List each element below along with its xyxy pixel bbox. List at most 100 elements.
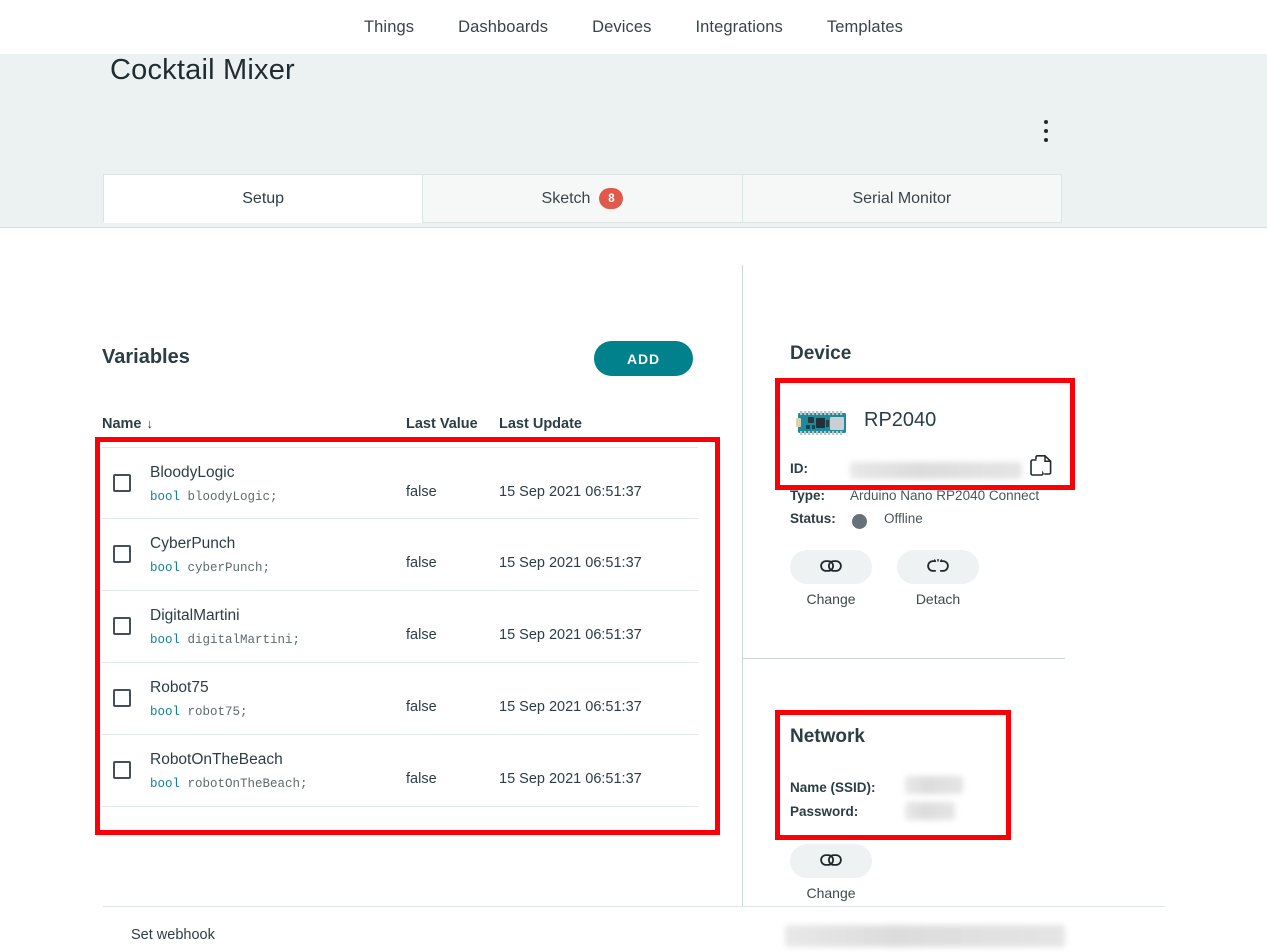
variable-name: RobotOnTheBeach xyxy=(150,751,283,769)
network-ssid-value xyxy=(905,776,963,794)
variables-table: BloodyLogic bool bloodyLogic; false 15 S… xyxy=(102,447,698,807)
footer-divider xyxy=(103,906,1165,907)
variable-last-value: false xyxy=(406,771,437,787)
variable-last-update: 15 Sep 2021 06:51:37 xyxy=(499,699,642,715)
device-type-label: Type: xyxy=(790,488,825,503)
variable-last-update: 15 Sep 2021 06:51:37 xyxy=(499,771,642,787)
device-detach-action: Detach xyxy=(897,550,979,607)
device-type-row: Type: Arduino Nano RP2040 Connect xyxy=(790,488,825,503)
device-change-action: Change xyxy=(790,550,872,607)
network-ssid-label: Name (SSID): xyxy=(790,780,876,795)
variable-declaration: bool robot75; xyxy=(150,705,248,719)
variable-type: bool xyxy=(150,633,180,647)
variable-last-update: 15 Sep 2021 06:51:37 xyxy=(499,555,642,571)
column-header-last-update: Last Update xyxy=(499,416,582,432)
variable-identifier: bloodyLogic; xyxy=(188,490,278,504)
variable-type: bool xyxy=(150,561,180,575)
variable-identifier: digitalMartini; xyxy=(188,633,301,647)
broken-link-icon xyxy=(927,559,949,576)
variable-name: Robot75 xyxy=(150,679,209,697)
tab-setup[interactable]: Setup xyxy=(103,174,422,223)
row-checkbox[interactable] xyxy=(113,545,131,563)
variable-declaration: bool cyberPunch; xyxy=(150,561,270,575)
tab-sketch[interactable]: Sketch 8 xyxy=(422,174,741,223)
variables-column-headers: Name↓ Last Value Last Update xyxy=(102,416,698,436)
network-change-action: Change xyxy=(790,844,872,901)
table-row[interactable]: RobotOnTheBeach bool robotOnTheBeach; fa… xyxy=(102,735,698,807)
device-name: RP2040 xyxy=(864,409,936,432)
network-change-button[interactable] xyxy=(790,844,872,878)
row-checkbox[interactable] xyxy=(113,617,131,635)
device-heading: Device xyxy=(790,343,851,365)
variable-name: BloodyLogic xyxy=(150,464,234,482)
nav-item-dashboards[interactable]: Dashboards xyxy=(458,18,548,37)
device-status-row: Status: Offline xyxy=(790,511,836,526)
variable-last-value: false xyxy=(406,484,437,500)
status-indicator-icon xyxy=(852,514,867,529)
status-badge: Offline xyxy=(884,511,923,526)
nav-item-devices[interactable]: Devices xyxy=(592,18,651,37)
device-detach-button[interactable] xyxy=(897,550,979,584)
network-heading: Network xyxy=(790,726,1080,748)
variable-declaration: bool digitalMartini; xyxy=(150,633,300,647)
row-checkbox[interactable] xyxy=(113,761,131,779)
tab-serial-monitor-label: Serial Monitor xyxy=(852,190,951,208)
variable-type: bool xyxy=(150,777,180,791)
page-title: Cocktail Mixer xyxy=(110,54,295,87)
tab-bar: Setup Sketch 8 Serial Monitor xyxy=(103,174,1062,223)
variable-identifier: robot75; xyxy=(188,705,248,719)
device-status-label: Status: xyxy=(790,511,836,526)
variable-declaration: bool bloodyLogic; xyxy=(150,490,278,504)
variable-type: bool xyxy=(150,490,180,504)
tab-sketch-badge: 8 xyxy=(599,188,623,209)
network-change-label: Change xyxy=(790,885,872,901)
variable-name: DigitalMartini xyxy=(150,607,240,625)
column-header-name[interactable]: Name↓ xyxy=(102,416,153,432)
top-navigation: Things Dashboards Devices Integrations T… xyxy=(0,0,1267,54)
device-actions: Change Detach xyxy=(790,550,979,607)
variable-declaration: bool robotOnTheBeach; xyxy=(150,777,308,791)
kebab-menu-icon[interactable] xyxy=(1038,118,1054,144)
nav-item-integrations[interactable]: Integrations xyxy=(695,18,782,37)
variables-heading: Variables xyxy=(102,346,190,369)
copy-icon[interactable] xyxy=(1030,455,1052,479)
network-password-label: Password: xyxy=(790,804,858,819)
footer-redacted-content xyxy=(785,925,1065,947)
variable-type: bool xyxy=(150,705,180,719)
table-row[interactable]: BloodyLogic bool bloodyLogic; false 15 S… xyxy=(102,447,698,519)
nav-item-templates[interactable]: Templates xyxy=(827,18,903,37)
network-actions: Change xyxy=(790,844,872,901)
network-panel: Network Name (SSID): Password: Change xyxy=(790,726,1080,748)
device-change-button[interactable] xyxy=(790,550,872,584)
row-checkbox[interactable] xyxy=(113,474,131,492)
nav-item-things[interactable]: Things xyxy=(364,18,414,37)
variable-last-update: 15 Sep 2021 06:51:37 xyxy=(499,627,642,643)
variable-last-value: false xyxy=(406,555,437,571)
column-header-last-value: Last Value xyxy=(406,416,478,432)
table-row[interactable]: Robot75 bool robot75; false 15 Sep 2021 … xyxy=(102,663,698,735)
tab-sketch-label: Sketch xyxy=(542,190,591,208)
device-network-divider xyxy=(743,658,1065,659)
sort-descending-icon: ↓ xyxy=(142,416,154,431)
link-icon xyxy=(820,559,842,576)
device-id-label: ID: xyxy=(790,461,808,476)
arduino-nano-board-icon xyxy=(796,408,848,438)
variable-identifier: robotOnTheBeach; xyxy=(188,777,308,791)
tab-serial-monitor[interactable]: Serial Monitor xyxy=(742,174,1062,223)
device-change-label: Change xyxy=(790,591,872,607)
network-password-value xyxy=(905,802,955,820)
link-icon xyxy=(820,853,842,870)
variable-identifier: cyberPunch; xyxy=(188,561,271,575)
variable-last-update: 15 Sep 2021 06:51:37 xyxy=(499,484,642,500)
add-variable-button[interactable]: ADD xyxy=(594,341,693,376)
table-row[interactable]: CyberPunch bool cyberPunch; false 15 Sep… xyxy=(102,519,698,591)
device-detach-label: Detach xyxy=(897,591,979,607)
table-row[interactable]: DigitalMartini bool digitalMartini; fals… xyxy=(102,591,698,663)
device-type-value: Arduino Nano RP2040 Connect xyxy=(850,488,1039,503)
page-root: Things Dashboards Devices Integrations T… xyxy=(0,0,1267,952)
set-webhook-link[interactable]: Set webhook xyxy=(131,927,215,943)
row-checkbox[interactable] xyxy=(113,689,131,707)
variable-last-value: false xyxy=(406,627,437,643)
variable-name: CyberPunch xyxy=(150,535,235,553)
column-divider xyxy=(742,265,743,906)
